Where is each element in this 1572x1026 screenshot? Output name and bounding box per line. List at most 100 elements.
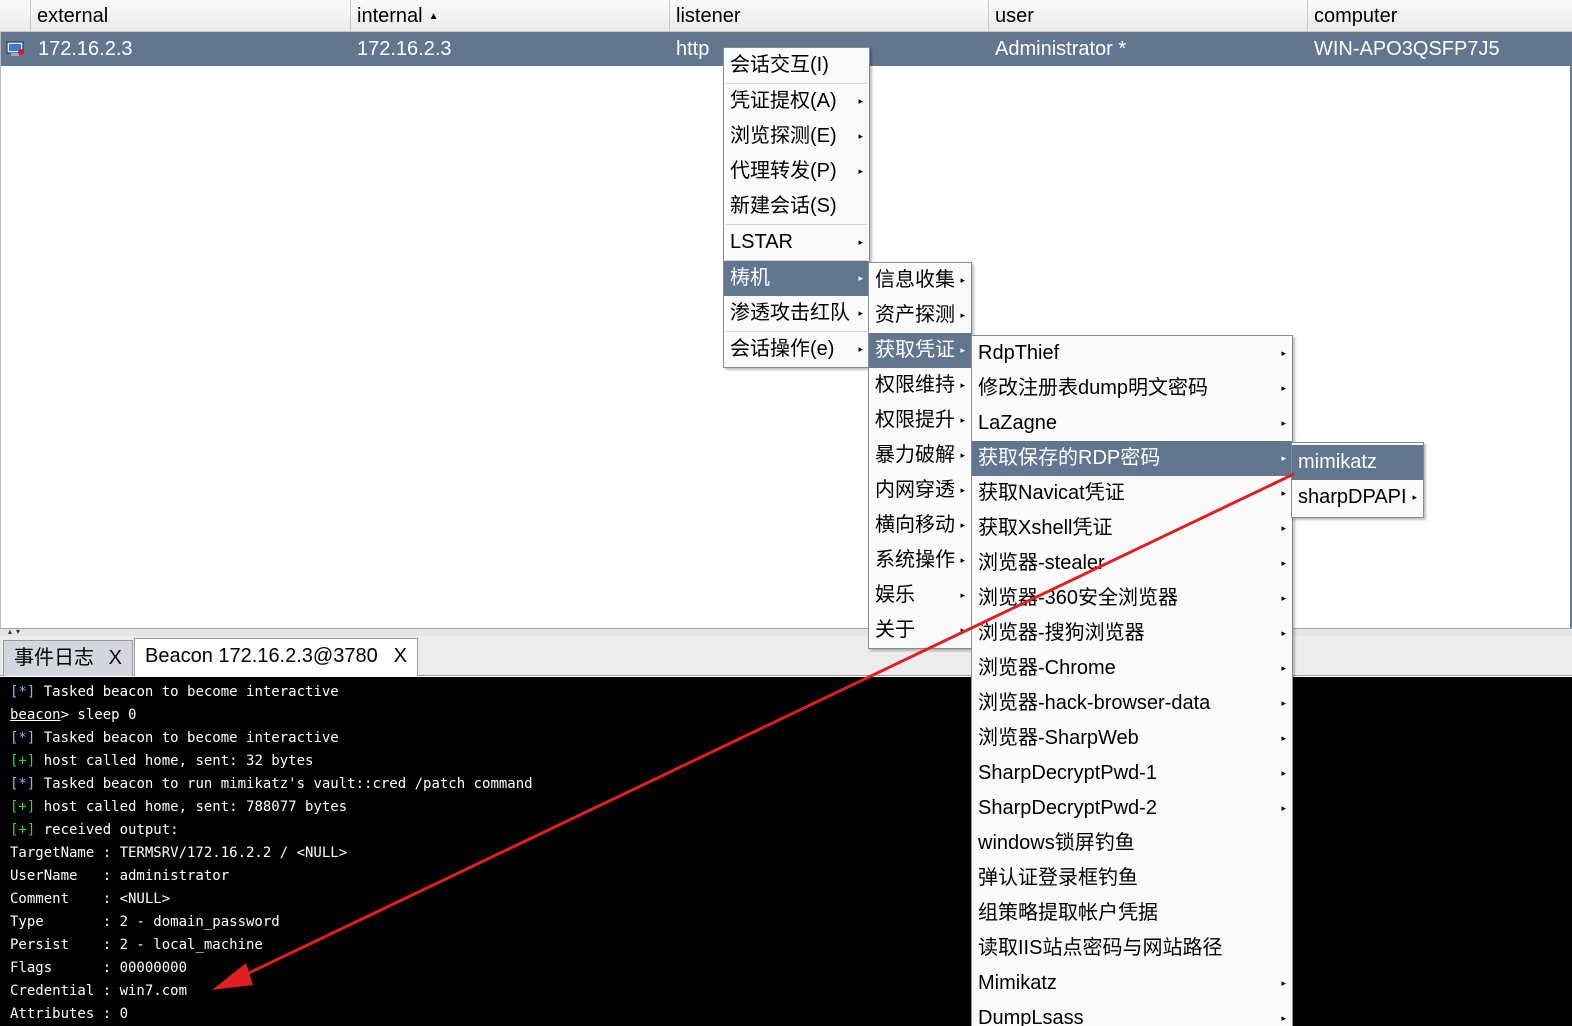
menu-item-asset-discovery[interactable]: 资产探测 ▸ xyxy=(869,298,971,333)
submenu-arrow-icon: ▸ xyxy=(1281,768,1286,778)
column-header-computer[interactable]: computer xyxy=(1307,0,1572,32)
submenu-arrow-icon: ▸ xyxy=(1281,488,1286,498)
menu-item-session-ops[interactable]: 会话操作(e) ▸ xyxy=(724,332,869,367)
console-line: beacon> sleep 0 xyxy=(10,707,137,723)
menu-item-sharpdpapi[interactable]: sharpDPAPI ▸ xyxy=(1292,480,1423,515)
submenu-saved-rdp: mimikatz sharpDPAPI ▸ xyxy=(1291,442,1424,518)
menu-item-tunneling[interactable]: 内网穿透 ▸ xyxy=(869,473,971,508)
menu-item-saved-rdp-passwords[interactable]: 获取保存的RDP密码 ▸ xyxy=(972,441,1292,476)
menu-item-rdpthief[interactable]: RdpThief ▸ xyxy=(972,336,1292,371)
menu-item-lockscreen-phish[interactable]: windows锁屏钓鱼 xyxy=(972,826,1292,861)
cell-internal: 172.16.2.3 xyxy=(357,38,452,60)
submenu-arrow-icon: ▸ xyxy=(960,520,965,530)
context-menu-session: 会话交互(I) 凭证提权(A) ▸ 浏览探测(E) ▸ 代理转发(P) ▸ 新建会话(… xyxy=(723,47,870,368)
console-line: Credential : win7.com xyxy=(10,983,188,999)
tab-event-log[interactable]: 事件日志 X xyxy=(3,640,133,676)
beacon-computer-icon xyxy=(6,41,24,56)
submenu-arrow-icon: ▸ xyxy=(960,345,965,355)
submenu-arrow-icon: ▸ xyxy=(960,450,965,460)
console-line: [*] Tasked beacon to run mimikatz's vaul… xyxy=(10,776,533,792)
submenu-arrow-icon: ▸ xyxy=(960,415,965,425)
cell-user: Administrator * xyxy=(995,38,1127,60)
menu-item-entertainment[interactable]: 娱乐 ▸ xyxy=(869,578,971,613)
menu-item-navicat-credentials[interactable]: 获取Navicat凭证 ▸ xyxy=(972,476,1292,511)
menu-item-get-credentials[interactable]: 获取凭证 ▸ xyxy=(869,333,971,368)
menu-item-taoji[interactable]: 梼机 ▸ xyxy=(724,261,869,296)
menu-item-lateral-movement[interactable]: 横向移动 ▸ xyxy=(869,508,971,543)
submenu-arrow-icon: ▸ xyxy=(1281,453,1286,463)
menu-item-mimikatz[interactable]: Mimikatz ▸ xyxy=(972,966,1292,1001)
submenu-arrow-icon: ▸ xyxy=(858,96,863,106)
cell-computer: WIN-APO3QSFP7J5 xyxy=(1314,38,1500,60)
console-line: [+] host called home, sent: 788077 bytes xyxy=(10,799,348,815)
menu-item-credential-escalate[interactable]: 凭证提权(A) ▸ xyxy=(724,84,869,119)
menu-item-pivot[interactable]: 代理转发(P) ▸ xyxy=(724,154,869,189)
submenu-arrow-icon: ▸ xyxy=(960,275,965,285)
menu-item-browser-chrome[interactable]: 浏览器-Chrome ▸ xyxy=(972,651,1292,686)
submenu-arrow-icon: ▸ xyxy=(1281,523,1286,533)
menu-item-explore[interactable]: 浏览探测(E) ▸ xyxy=(724,119,869,154)
menu-item-persistence[interactable]: 权限维持 ▸ xyxy=(869,368,971,403)
menu-item-sharpdecryptpwd-2[interactable]: SharpDecryptPwd-2 ▸ xyxy=(972,791,1292,826)
submenu-arrow-icon: ▸ xyxy=(1281,628,1286,638)
column-header-external[interactable]: external xyxy=(30,0,350,32)
submenu-arrow-icon: ▸ xyxy=(858,237,863,247)
menu-item-sharpdecryptpwd-1[interactable]: SharpDecryptPwd-1 ▸ xyxy=(972,756,1292,791)
menu-item-auth-prompt-phish[interactable]: 弹认证登录框钓鱼 xyxy=(972,861,1292,896)
menu-item-about[interactable]: 关于 ▸ xyxy=(869,613,971,648)
menu-item-browser-360[interactable]: 浏览器-360安全浏览器 ▸ xyxy=(972,581,1292,616)
menu-item-brute-force[interactable]: 暴力破解 ▸ xyxy=(869,438,971,473)
menu-item-dumplsass[interactable]: DumpLsass ▸ xyxy=(972,1001,1292,1026)
menu-item-sharpweb[interactable]: 浏览器-SharpWeb ▸ xyxy=(972,721,1292,756)
submenu-arrow-icon: ▸ xyxy=(1281,733,1286,743)
submenu-arrow-icon: ▸ xyxy=(858,344,863,354)
close-icon[interactable]: X xyxy=(109,641,122,675)
close-icon[interactable]: X xyxy=(394,639,407,673)
console-line: [+] received output: xyxy=(10,822,179,838)
tab-strip: 事件日志 X Beacon 172.16.2.3@3780 X xyxy=(0,636,1572,676)
submenu-arrow-icon: ▸ xyxy=(1281,558,1286,568)
menu-item-lstar[interactable]: LSTAR ▸ xyxy=(724,225,869,260)
submenu-arrow-icon: ▸ xyxy=(1281,978,1286,988)
console-line: Attributes : 0 xyxy=(10,1006,129,1022)
beacon-console[interactable]: [*] Tasked beacon to become interactive … xyxy=(0,677,1572,1026)
split-arrows-icon[interactable]: ▴▾ xyxy=(8,627,24,636)
menu-item-system-ops[interactable]: 系统操作 ▸ xyxy=(869,543,971,578)
console-line: TargetName : TERMSRV/172.16.2.2 / <NULL> xyxy=(10,845,348,861)
menu-item-gpp-credentials[interactable]: 组策略提取帐户凭据 xyxy=(972,896,1292,931)
menu-item-privilege-escalation[interactable]: 权限提升 ▸ xyxy=(869,403,971,438)
submenu-arrow-icon: ▸ xyxy=(858,273,863,283)
column-header-listener[interactable]: listener xyxy=(669,0,988,32)
console-line: [*] Tasked beacon to become interactive xyxy=(10,684,339,700)
menu-item-redteam[interactable]: 渗透攻击红队 ▸ xyxy=(724,296,869,331)
cell-listener: http xyxy=(676,38,710,60)
menu-item-info-gathering[interactable]: 信息收集 ▸ xyxy=(869,263,971,298)
submenu-arrow-icon: ▸ xyxy=(960,485,965,495)
console-line: Comment : <NULL> xyxy=(10,891,171,907)
submenu-arrow-icon: ▸ xyxy=(960,590,965,600)
submenu-arrow-icon: ▸ xyxy=(1281,348,1286,358)
menu-item-hack-browser-data[interactable]: 浏览器-hack-browser-data ▸ xyxy=(972,686,1292,721)
tab-beacon[interactable]: Beacon 172.16.2.3@3780 X xyxy=(134,638,418,676)
cell-external: 172.16.2.3 xyxy=(38,38,133,60)
menu-item-lazagne[interactable]: LaZagne ▸ xyxy=(972,406,1292,441)
column-header-internal[interactable]: internal ▲ xyxy=(350,0,669,32)
submenu-arrow-icon: ▸ xyxy=(858,166,863,176)
column-header-user[interactable]: user xyxy=(988,0,1307,32)
menu-item-registry-dump[interactable]: 修改注册表dump明文密码 ▸ xyxy=(972,371,1292,406)
submenu-taoji: 信息收集 ▸ 资产探测 ▸ 获取凭证 ▸ 权限维持 ▸ 权限提升 ▸ 暴力破解 ▸ 内网穿透… xyxy=(868,262,972,649)
menu-item-interact[interactable]: 会话交互(I) xyxy=(724,48,869,83)
menu-item-rdp-mimikatz[interactable]: mimikatz xyxy=(1292,445,1423,480)
console-line: [*] Tasked beacon to become interactive xyxy=(10,730,339,746)
menu-item-spawn[interactable]: 新建会话(S) xyxy=(724,189,869,224)
console-line: Type : 2 - domain_password xyxy=(10,914,280,930)
split-divider[interactable]: ▴▾ xyxy=(0,627,1572,636)
menu-item-browser-sogou[interactable]: 浏览器-搜狗浏览器 ▸ xyxy=(972,616,1292,651)
submenu-arrow-icon: ▸ xyxy=(858,131,863,141)
menu-item-iis-passwords[interactable]: 读取IIS站点密码与网站路径 xyxy=(972,931,1292,966)
menu-item-xshell-credentials[interactable]: 获取Xshell凭证 ▸ xyxy=(972,511,1292,546)
submenu-arrow-icon: ▸ xyxy=(960,380,965,390)
submenu-arrow-icon: ▸ xyxy=(1281,1013,1286,1023)
menu-item-browser-stealer[interactable]: 浏览器-stealer ▸ xyxy=(972,546,1292,581)
submenu-arrow-icon: ▸ xyxy=(960,310,965,320)
